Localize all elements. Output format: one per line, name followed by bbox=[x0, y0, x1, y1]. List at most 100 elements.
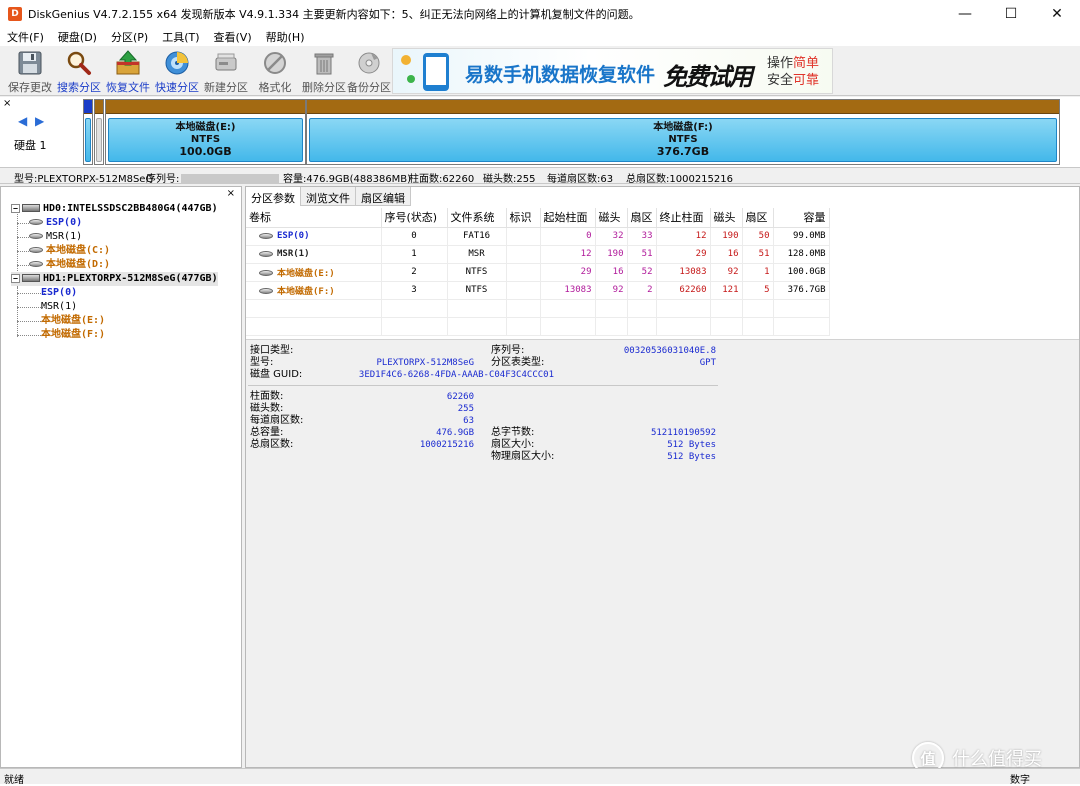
maximize-button[interactable]: ☐ bbox=[988, 0, 1034, 28]
col-end-sector[interactable]: 扇区 bbox=[742, 208, 774, 228]
tree-partition-hd1-esp[interactable]: ESP(0) bbox=[41, 286, 77, 300]
total-capacity-value: 476.9GB bbox=[436, 428, 474, 438]
disk-guid-label: 磁盘 GUID: bbox=[250, 369, 303, 380]
quick-partition-button[interactable]: 快速分区 bbox=[153, 48, 201, 94]
interface-label: 接口类型: bbox=[250, 345, 294, 356]
partition-table-type-label: 分区表类型: bbox=[491, 357, 545, 368]
col-volume[interactable]: 卷标 bbox=[246, 208, 382, 228]
row-end-head: 16 bbox=[710, 245, 743, 264]
format-label: 格式化 bbox=[258, 81, 292, 94]
collapse-icon[interactable]: − bbox=[11, 203, 20, 213]
row-end-sector: 51 bbox=[742, 245, 774, 264]
menu-help[interactable]: 帮助(H) bbox=[259, 29, 312, 45]
close-icon[interactable]: × bbox=[227, 188, 235, 199]
row-start-head: 32 bbox=[595, 227, 628, 246]
disk-label: 硬盘 1 bbox=[14, 139, 47, 152]
row-index: 1 bbox=[381, 245, 448, 264]
table-row[interactable]: 本地磁盘(F:) 3 NTFS 13083 92 2 62260 121 5 3… bbox=[246, 281, 830, 300]
col-end-cyl[interactable]: 终止柱面 bbox=[656, 208, 711, 228]
col-start-head[interactable]: 磁头 bbox=[595, 208, 628, 228]
partition-block-msr[interactable] bbox=[94, 99, 104, 165]
row-flag bbox=[506, 227, 541, 246]
menu-partition[interactable]: 分区(P) bbox=[104, 29, 155, 45]
tab-sector-edit[interactable]: 扇区编辑 bbox=[356, 187, 411, 206]
col-flag[interactable]: 标识 bbox=[506, 208, 541, 228]
detail-panel: 分区参数 浏览文件 扇区编辑 卷标 序号(状态) 文件系统 标识 起始柱面 磁头… bbox=[245, 186, 1080, 768]
save-changes-button[interactable]: 保存更改 bbox=[6, 48, 54, 94]
col-capacity[interactable]: 容量 bbox=[773, 208, 830, 228]
row-end-cyl: 62260 bbox=[656, 281, 711, 300]
status-bar: 就绪 数字 bbox=[0, 768, 1080, 786]
col-end-head[interactable]: 磁头 bbox=[710, 208, 743, 228]
tree-partition-hd0-msr[interactable]: MSR(1) bbox=[29, 230, 82, 244]
tree-disk-hd1[interactable]: − HD1:PLEXTORPX-512M8SeG(477GB) bbox=[11, 272, 218, 286]
banner-slogan-1a: 操作 bbox=[767, 56, 794, 71]
row-volume-label: ESP(0) bbox=[277, 231, 310, 241]
col-index[interactable]: 序号(状态) bbox=[381, 208, 448, 228]
disk-nav-arrows[interactable]: ◀ ▶ bbox=[18, 114, 46, 128]
col-fs[interactable]: 文件系统 bbox=[447, 208, 507, 228]
tree-node-label: 本地磁盘(C:) bbox=[46, 245, 111, 256]
row-start-head: 92 bbox=[595, 281, 628, 300]
search-partition-button[interactable]: 搜索分区 bbox=[55, 48, 103, 94]
tree-partition-e[interactable]: 本地磁盘(E:) bbox=[41, 314, 105, 328]
quick-partition-disc-icon bbox=[162, 49, 192, 77]
partition-block-esp[interactable] bbox=[83, 99, 93, 165]
close-button[interactable]: ✕ bbox=[1034, 0, 1080, 28]
partition-f-size: 376.7GB bbox=[656, 145, 710, 158]
delete-partition-label: 删除分区 bbox=[302, 81, 346, 94]
tree-partition-d[interactable]: 本地磁盘(D:) bbox=[29, 258, 110, 272]
minimize-button[interactable]: — bbox=[942, 0, 988, 28]
row-fs: NTFS bbox=[447, 263, 507, 282]
banner-slogan-2b: 可靠 bbox=[793, 73, 820, 88]
tree-partition-hd0-esp[interactable]: ESP(0) bbox=[29, 216, 82, 230]
row-capacity: 100.0GB bbox=[773, 263, 830, 282]
physical-sector-size-label: 物理扇区大小: bbox=[491, 451, 555, 462]
tree-partition-hd1-msr[interactable]: MSR(1) bbox=[41, 300, 77, 314]
window-title: DiskGenius V4.7.2.155 x64 发现新版本 V4.9.1.3… bbox=[28, 8, 640, 21]
recover-files-label: 恢复文件 bbox=[106, 81, 150, 94]
disk-partition-map: × ◀ ▶ 硬盘 1 本地磁盘(E:) NTFS 100.0GB 本地磁盘(F:… bbox=[0, 97, 1080, 167]
row-volume: MSR(1) bbox=[246, 245, 382, 264]
floppy-disk-icon bbox=[15, 49, 45, 77]
table-row[interactable]: ESP(0) 0 FAT16 0 32 33 12 190 50 99.0MB bbox=[246, 227, 830, 246]
tab-partition-params[interactable]: 分区参数 bbox=[246, 187, 301, 206]
backup-disc-icon bbox=[354, 49, 384, 77]
menu-bar: 文件(F) 硬盘(D) 分区(P) 工具(T) 查看(V) 帮助(H) bbox=[0, 28, 1080, 46]
physical-sector-size-value: 512 Bytes bbox=[667, 452, 716, 462]
close-icon[interactable]: × bbox=[3, 98, 11, 109]
col-start-sector[interactable]: 扇区 bbox=[627, 208, 657, 228]
total-bytes-value: 512110190592 bbox=[650, 428, 716, 438]
recover-files-button[interactable]: 恢复文件 bbox=[104, 48, 152, 94]
tab-browse-files[interactable]: 浏览文件 bbox=[301, 187, 356, 206]
tree-disk-hd0[interactable]: − HD0:INTELSSDSC2BB480G4(447GB) bbox=[11, 202, 218, 216]
tree-partition-f[interactable]: 本地磁盘(F:) bbox=[41, 328, 105, 342]
menu-disk[interactable]: 硬盘(D) bbox=[51, 29, 104, 45]
table-row[interactable]: 本地磁盘(E:) 2 NTFS 29 16 52 13083 92 1 100.… bbox=[246, 263, 830, 282]
backup-partition-button[interactable]: 备份分区 bbox=[345, 48, 393, 94]
ad-banner[interactable]: 易数手机数据恢复软件 免费试用 操作简单 安全可靠 bbox=[392, 48, 833, 94]
heads-label: 磁头数: bbox=[250, 403, 284, 414]
menu-file[interactable]: 文件(F) bbox=[0, 29, 51, 45]
new-partition-button[interactable]: 新建分区 bbox=[202, 48, 250, 94]
sector-size-label: 扇区大小: bbox=[491, 439, 535, 450]
col-start-cyl[interactable]: 起始柱面 bbox=[540, 208, 596, 228]
table-row-empty bbox=[246, 317, 830, 336]
tree-node-label: ESP(0) bbox=[41, 287, 78, 298]
table-row[interactable]: MSR(1) 1 MSR 12 190 51 29 16 51 128.0MB bbox=[246, 245, 830, 264]
row-fs: FAT16 bbox=[447, 227, 507, 246]
disk-cylinders: 柱面数:62260 bbox=[409, 174, 475, 185]
collapse-icon[interactable]: − bbox=[11, 273, 20, 283]
tree-node-label: MSR(1) bbox=[46, 231, 83, 242]
row-index: 0 bbox=[381, 227, 448, 246]
menu-view[interactable]: 查看(V) bbox=[207, 29, 259, 45]
banner-free-trial: 免费试用 bbox=[663, 63, 753, 91]
partition-block-f[interactable]: 本地磁盘(F:) NTFS 376.7GB bbox=[306, 99, 1060, 165]
row-start-head: 16 bbox=[595, 263, 628, 282]
menu-tools[interactable]: 工具(T) bbox=[155, 29, 206, 45]
tree-partition-c[interactable]: 本地磁盘(C:) bbox=[29, 244, 110, 258]
partition-block-e[interactable]: 本地磁盘(E:) NTFS 100.0GB bbox=[105, 99, 306, 165]
delete-partition-button[interactable]: 删除分区 bbox=[300, 48, 348, 94]
format-button[interactable]: 格式化 bbox=[251, 48, 299, 94]
heads-value: 255 bbox=[457, 404, 474, 414]
